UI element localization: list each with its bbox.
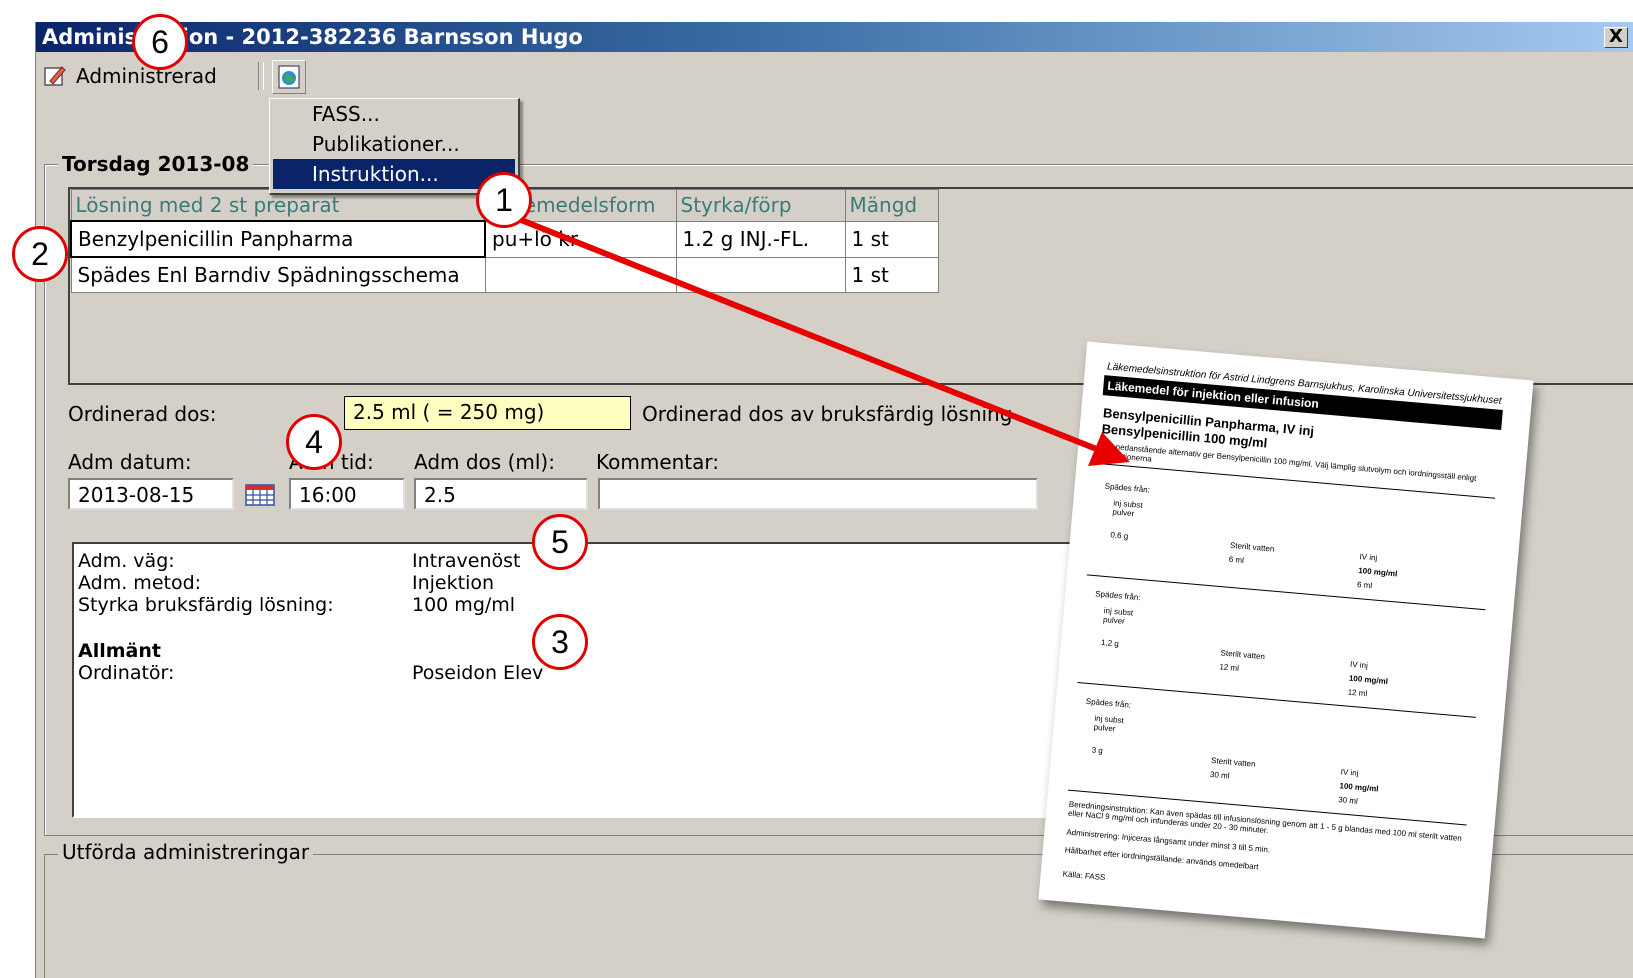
- callout-2: 2: [12, 226, 68, 282]
- pointer-arrow: [504, 211, 1130, 466]
- callout-1: 1: [476, 172, 532, 228]
- callout-4: 4: [286, 414, 342, 470]
- callout-6: 6: [132, 14, 188, 70]
- callout-5: 5: [532, 514, 588, 570]
- callout-3: 3: [532, 614, 588, 670]
